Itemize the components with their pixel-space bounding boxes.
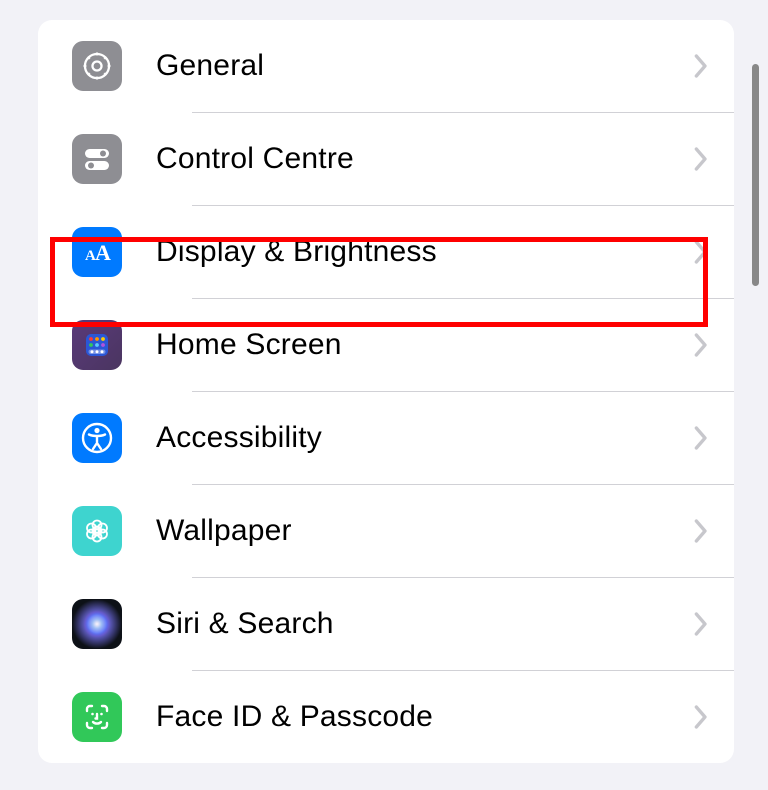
chevron-right-icon — [694, 612, 708, 636]
settings-item-wallpaper[interactable]: Wallpaper — [38, 485, 734, 577]
siri-icon — [72, 599, 122, 649]
settings-item-label: Siri & Search — [156, 607, 694, 641]
svg-text:A: A — [95, 240, 111, 265]
wallpaper-icon — [72, 506, 122, 556]
settings-item-control-centre[interactable]: Control Centre — [38, 113, 734, 205]
settings-item-display-brightness[interactable]: A A Display & Brightness — [38, 206, 734, 298]
settings-item-siri-search[interactable]: Siri & Search — [38, 578, 734, 670]
settings-item-label: Accessibility — [156, 421, 694, 455]
settings-item-label: General — [156, 49, 694, 83]
chevron-right-icon — [694, 705, 708, 729]
settings-item-face-id-passcode[interactable]: Face ID & Passcode — [38, 671, 734, 763]
face-id-icon — [72, 692, 122, 742]
chevron-right-icon — [694, 519, 708, 543]
settings-list: General Control Centre A A Display & Bri… — [38, 20, 734, 763]
settings-item-label: Wallpaper — [156, 514, 694, 548]
settings-item-label: Face ID & Passcode — [156, 700, 694, 734]
settings-item-home-screen[interactable]: Home Screen — [38, 299, 734, 391]
chevron-right-icon — [694, 147, 708, 171]
chevron-right-icon — [694, 54, 708, 78]
settings-item-accessibility[interactable]: Accessibility — [38, 392, 734, 484]
chevron-right-icon — [694, 426, 708, 450]
settings-item-label: Control Centre — [156, 142, 694, 176]
settings-item-label: Home Screen — [156, 328, 694, 362]
toggles-icon — [72, 134, 122, 184]
gear-icon — [72, 41, 122, 91]
scrollbar[interactable] — [752, 64, 759, 286]
accessibility-icon — [72, 413, 122, 463]
chevron-right-icon — [694, 240, 708, 264]
settings-item-general[interactable]: General — [38, 20, 734, 112]
settings-item-label: Display & Brightness — [156, 235, 694, 269]
chevron-right-icon — [694, 333, 708, 357]
text-size-icon: A A — [72, 227, 122, 277]
home-screen-icon — [72, 320, 122, 370]
